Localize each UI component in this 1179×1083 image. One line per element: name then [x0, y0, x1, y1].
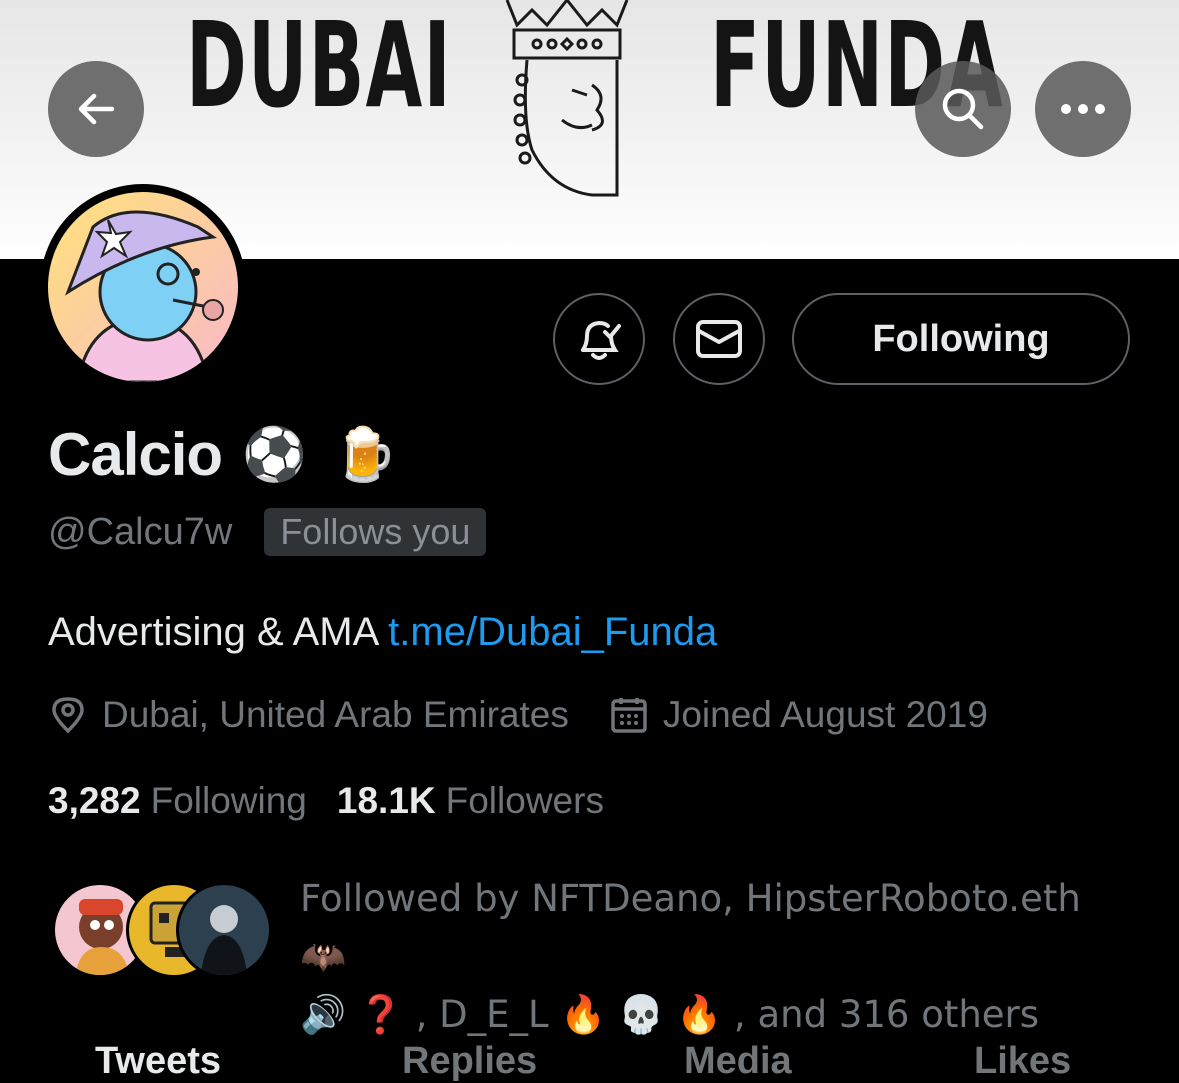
- following-count: 3,282: [48, 780, 141, 821]
- handle-row: @Calcu7w Follows you: [48, 508, 487, 556]
- profile-name-row: Calcio ⚽ 🍺: [48, 420, 398, 489]
- followers-label: Followers: [445, 780, 604, 821]
- location-pin-icon: [52, 697, 84, 734]
- followed-by-line-2: 🔊 ❓ , D_E_L 🔥 💀 🔥 , and 316 others: [300, 993, 1040, 1036]
- soccer-ball-icon: ⚽: [242, 425, 307, 485]
- back-button[interactable]: [48, 61, 144, 157]
- bio-link[interactable]: t.me/Dubai_Funda: [388, 610, 717, 654]
- bio-text: Advertising & AMA: [48, 610, 389, 654]
- profile-meta: Dubai, United Arab Emirates Joined Augus…: [48, 694, 988, 736]
- user-handle: @Calcu7w: [48, 510, 233, 553]
- more-button[interactable]: [1035, 61, 1131, 157]
- follower-figure-icon: [201, 905, 247, 975]
- message-button[interactable]: [673, 293, 765, 385]
- notifications-button[interactable]: [553, 293, 645, 385]
- display-name: Calcio: [48, 421, 223, 488]
- profile-stats: 3,282 Following 18.1K Followers: [48, 780, 604, 822]
- avatar[interactable]: [48, 192, 238, 382]
- arrow-left-icon: [78, 93, 115, 125]
- tab-likes[interactable]: Likes: [974, 1040, 1071, 1083]
- following-stat[interactable]: 3,282 Following: [48, 780, 307, 822]
- location: Dubai, United Arab Emirates: [48, 694, 569, 736]
- tab-tweets[interactable]: Tweets: [95, 1040, 221, 1083]
- location-text: Dubai, United Arab Emirates: [102, 694, 569, 735]
- king-logo-icon: [505, 0, 629, 197]
- joined-date: Joined August 2019: [609, 694, 988, 736]
- followed-by-text[interactable]: Followed by NFTDeano, HipsterRoboto.eth …: [300, 870, 1130, 1044]
- follower-avatar-3[interactable]: [176, 882, 272, 978]
- profile-bio: Advertising & AMA t.me/Dubai_Funda: [48, 610, 717, 655]
- followed-by-line-1: Followed by NFTDeano, HipsterRoboto.eth …: [300, 877, 1081, 978]
- beer-mug-icon: 🍺: [332, 425, 398, 485]
- followers-stat[interactable]: 18.1K Followers: [337, 780, 604, 822]
- banner-word-left: DUBAI: [186, 0, 452, 134]
- profile-tabs: Tweets Replies Media Likes: [0, 1040, 1179, 1083]
- wizard-avatar-icon: [48, 192, 238, 382]
- following-label: Following: [150, 780, 307, 821]
- follows-you-badge: Follows you: [264, 508, 487, 556]
- more-horizontal-icon: [1061, 104, 1105, 114]
- search-button[interactable]: [915, 61, 1011, 157]
- tab-media[interactable]: Media: [684, 1040, 792, 1083]
- joined-text: Joined August 2019: [662, 694, 988, 735]
- followers-count: 18.1K: [336, 780, 436, 821]
- envelope-icon: [696, 320, 742, 358]
- following-button[interactable]: Following: [792, 293, 1130, 385]
- bell-check-icon: [581, 320, 621, 360]
- search-icon: [942, 88, 984, 130]
- tab-replies[interactable]: Replies: [402, 1040, 537, 1083]
- calendar-icon: [611, 698, 647, 733]
